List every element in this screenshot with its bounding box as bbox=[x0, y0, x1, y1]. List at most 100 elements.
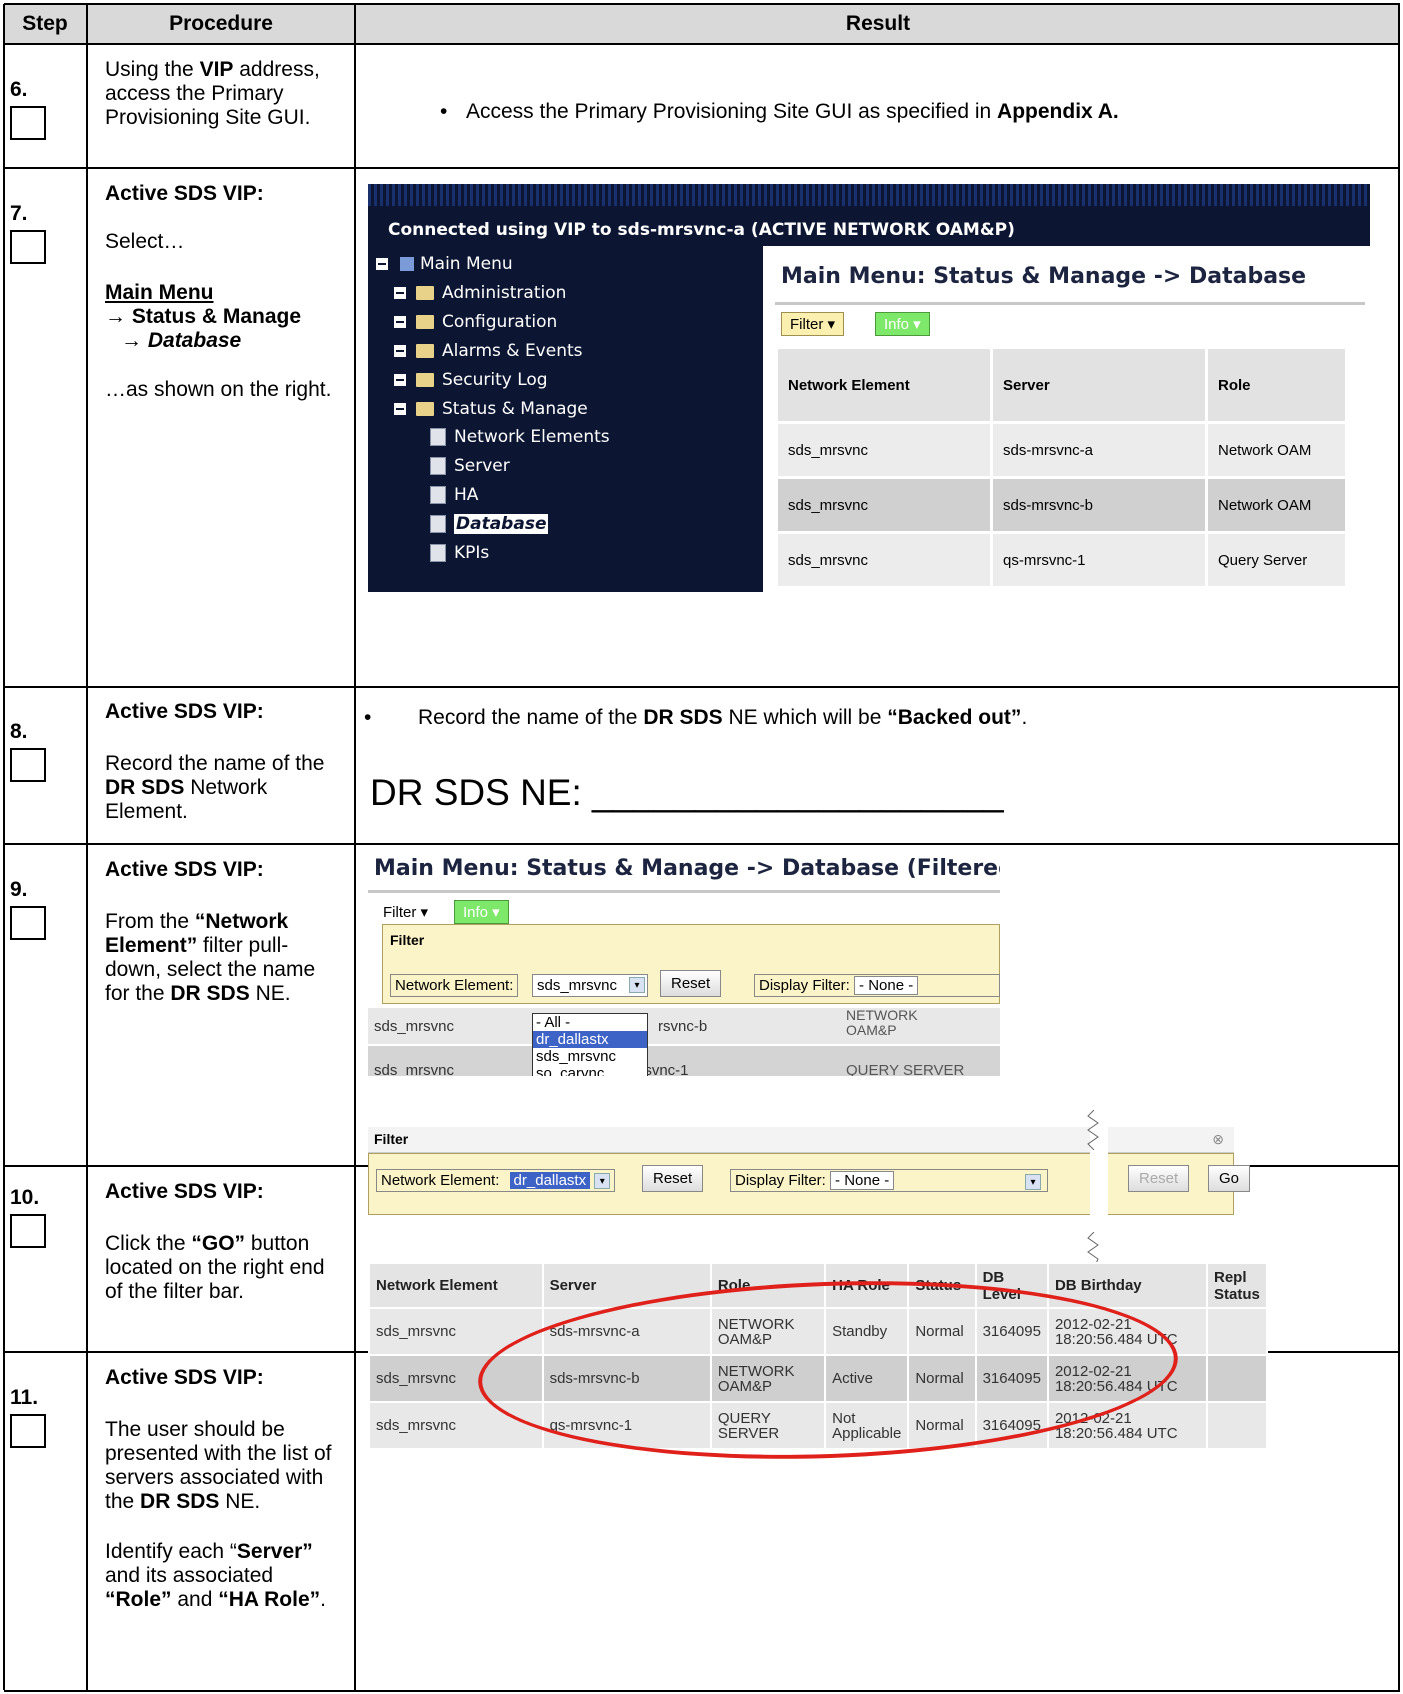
tree-administration[interactable]: Administration bbox=[394, 281, 566, 305]
tree-network-elements[interactable]: Network Elements bbox=[430, 425, 610, 449]
title-separator bbox=[775, 302, 1365, 305]
cell: 3164095 bbox=[974, 1307, 1049, 1356]
cell: qs-mrsvnc-1 bbox=[541, 1401, 712, 1450]
table-row[interactable]: sds_mrsvnc qs-mrsvnc-1 QUERY SERVER Not … bbox=[368, 1401, 1269, 1450]
col-header[interactable]: Server bbox=[541, 1262, 712, 1309]
cell: sds_mrsvnc bbox=[368, 1307, 544, 1356]
table-row[interactable]: sds_mrsvnc sds-mrsvnc-b Network OAM bbox=[775, 476, 1348, 534]
cell: Not Applicable bbox=[824, 1401, 910, 1450]
col-header[interactable]: Network Element bbox=[368, 1262, 544, 1309]
display-filter-select[interactable]: - None - bbox=[830, 1171, 895, 1190]
col-header[interactable]: DB Birthday bbox=[1046, 1262, 1208, 1309]
step-checkbox[interactable] bbox=[10, 230, 46, 264]
cell: sds_mrsvnc bbox=[775, 421, 993, 479]
step-checkbox[interactable] bbox=[10, 748, 46, 782]
page-title: Main Menu: Status & Manage -> Database (… bbox=[374, 856, 1000, 881]
page-icon bbox=[430, 457, 446, 475]
header-result: Result bbox=[845, 12, 911, 35]
col-header[interactable]: Network Element bbox=[775, 346, 993, 424]
tree-main-menu[interactable]: Main Menu bbox=[376, 252, 513, 276]
reset-button[interactable]: Reset bbox=[642, 1165, 704, 1192]
cell: Query Server bbox=[1205, 531, 1348, 589]
procedure-text: Active SDS VIP: From the “Network Elemen… bbox=[105, 858, 316, 1005]
cell: sds-mrsvnc-b bbox=[541, 1354, 712, 1403]
step-checkbox[interactable] bbox=[10, 106, 46, 140]
cell: sds_mrsvnc bbox=[775, 531, 993, 589]
grid-line bbox=[4, 3, 1400, 5]
procedure-text: Using the VIP address, access the Primar… bbox=[105, 58, 320, 129]
header-step: Step bbox=[22, 12, 68, 35]
procedure-text: Active SDS VIP: The user should be prese… bbox=[105, 1366, 332, 1611]
chevron-down-icon: ▾ bbox=[629, 977, 645, 993]
cell bbox=[1205, 1307, 1269, 1356]
ne-filter-group: Network Element: dr_dallastx ▾ bbox=[376, 1169, 616, 1193]
tree-kpis[interactable]: KPIs bbox=[430, 541, 489, 565]
procedure-text: Active SDS VIP: Click the “GO” button lo… bbox=[105, 1180, 325, 1303]
close-icon[interactable]: ⊗ bbox=[1212, 1131, 1224, 1148]
page-icon bbox=[430, 515, 446, 533]
filter-button[interactable]: Filter ▾ bbox=[781, 312, 845, 336]
option[interactable]: - All - bbox=[533, 1014, 647, 1031]
table-row[interactable]: sds_mrsvnc sds-mrsvnc-a NETWORK OAM&P St… bbox=[368, 1307, 1269, 1356]
col-header[interactable]: Role bbox=[1205, 346, 1348, 424]
filter-label: Filter bbox=[374, 1131, 409, 1147]
table-row[interactable]: sds_mrsvnc sds-mrsvnc-a Network OAM bbox=[775, 421, 1348, 479]
cell: qs-mrsvnc-1 bbox=[990, 531, 1208, 589]
cell: Normal bbox=[907, 1307, 977, 1356]
cell: Normal bbox=[907, 1401, 977, 1450]
page-icon bbox=[430, 486, 446, 504]
cell: sds-mrsvnc-a bbox=[541, 1307, 712, 1356]
step-number: 10. bbox=[10, 1186, 40, 1209]
cell: NETWORK OAM&P bbox=[709, 1354, 827, 1403]
network-element-select[interactable]: sds_mrsvnc ▾ bbox=[532, 974, 648, 997]
tree-ha[interactable]: HA bbox=[430, 483, 478, 507]
col-header[interactable]: Role bbox=[709, 1262, 827, 1309]
grid-line bbox=[4, 167, 1400, 169]
table-row[interactable]: sds_mrsvnc sds-mrsvnc-b NETWORK OAM&P Ac… bbox=[368, 1354, 1269, 1403]
cell: 3164095 bbox=[974, 1354, 1049, 1403]
info-button[interactable]: Info ▾ bbox=[454, 900, 509, 924]
go-button[interactable]: Go bbox=[1208, 1165, 1251, 1192]
col-header[interactable]: Server bbox=[990, 346, 1208, 424]
network-element-select[interactable]: dr_dallastx bbox=[509, 1172, 591, 1189]
main-menu-tree: Main Menu Administration Configuration A… bbox=[368, 246, 756, 592]
table-row[interactable]: sds_mrsvnc qs-mrsvnc-1 Query Server bbox=[775, 531, 1348, 589]
filter-dropdown-screenshot: Main Menu: Status & Manage -> Database (… bbox=[368, 852, 1000, 1076]
option-selected[interactable]: dr_dallastx bbox=[533, 1031, 647, 1048]
result-text: Access the Primary Provisioning Site GUI… bbox=[466, 100, 1119, 123]
cell: Network OAM bbox=[1205, 476, 1348, 534]
cell: Network OAM bbox=[1205, 421, 1348, 479]
reset-button-2[interactable]: Reset bbox=[1128, 1165, 1190, 1192]
chevron-down-icon: ▾ bbox=[594, 1173, 611, 1190]
col-header[interactable]: DB Level bbox=[974, 1262, 1049, 1309]
tree-database[interactable]: Database bbox=[430, 512, 549, 536]
dr-sds-ne-entry[interactable]: DR SDS NE: ____________________ bbox=[370, 772, 1004, 814]
tree-configuration[interactable]: Configuration bbox=[394, 310, 557, 334]
option[interactable]: sds_mrsvnc bbox=[533, 1048, 647, 1065]
col-header[interactable]: HA Role bbox=[824, 1262, 910, 1309]
step-checkbox[interactable] bbox=[10, 1214, 46, 1248]
display-filter-select[interactable]: - None - bbox=[854, 976, 919, 995]
folder-open-icon bbox=[416, 402, 434, 416]
tree-status-manage[interactable]: Status & Manage bbox=[394, 397, 588, 421]
step-checkbox[interactable] bbox=[10, 906, 46, 940]
tree-alarms-events[interactable]: Alarms & Events bbox=[394, 339, 583, 363]
step-number: 6. bbox=[10, 78, 28, 101]
col-header[interactable]: Repl Status bbox=[1205, 1262, 1269, 1309]
grid-line bbox=[4, 686, 1400, 688]
cell: sds_mrsvnc bbox=[775, 476, 993, 534]
tree-security-log[interactable]: Security Log bbox=[394, 368, 548, 392]
main-menu-icon bbox=[400, 257, 414, 271]
network-element-options: - All - dr_dallastx sds_mrsvnc so_carync bbox=[532, 1013, 648, 1076]
display-filter-group: Display Filter: - None - ▾ bbox=[730, 1169, 1048, 1192]
reset-button[interactable]: Reset bbox=[660, 970, 722, 997]
tree-server[interactable]: Server bbox=[430, 454, 510, 478]
filter-button[interactable]: Filter ▾ bbox=[374, 900, 438, 924]
col-header[interactable]: Status bbox=[907, 1262, 977, 1309]
cell: sds-mrsvnc-b bbox=[990, 476, 1208, 534]
server-table: Network Element Server Role HA Role Stat… bbox=[368, 1262, 1269, 1450]
step-checkbox[interactable] bbox=[10, 1414, 46, 1448]
info-button[interactable]: Info ▾ bbox=[875, 312, 930, 336]
option[interactable]: so_carync bbox=[533, 1065, 647, 1076]
step-number: 9. bbox=[10, 878, 28, 901]
